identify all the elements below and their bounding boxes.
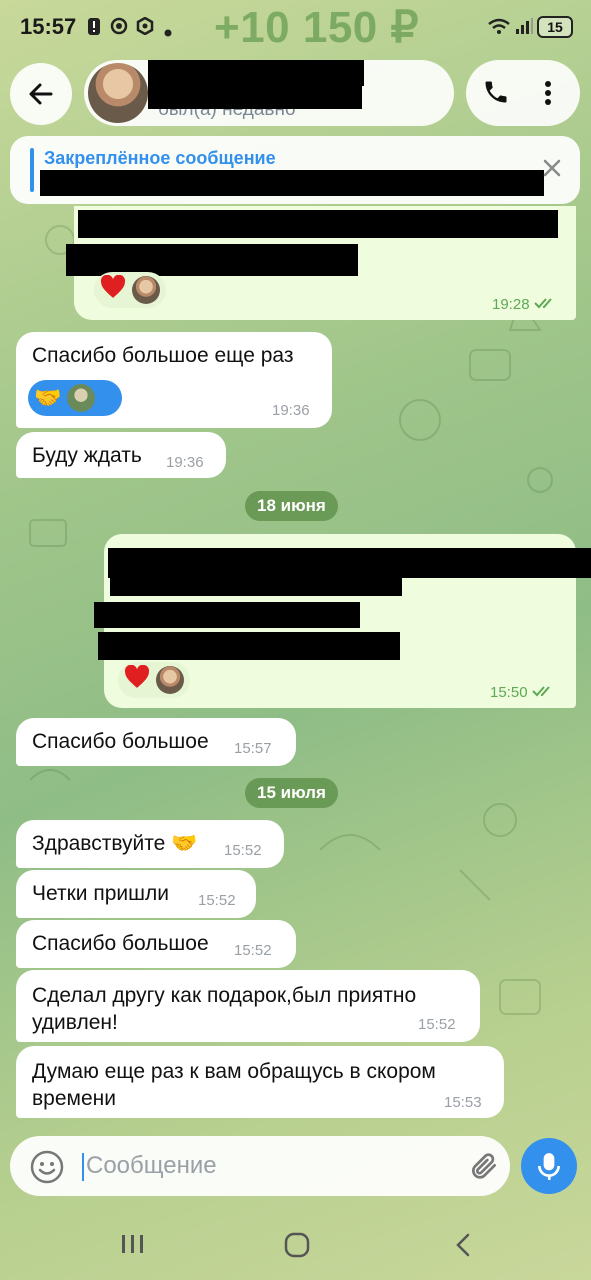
back-nav-icon[interactable] — [454, 1232, 472, 1263]
message-time: 19:36 — [166, 454, 204, 471]
outgoing-message[interactable]: 15:50 — [94, 534, 591, 708]
heart-icon — [100, 274, 126, 305]
message-time: 15:57 — [234, 740, 272, 757]
close-icon[interactable] — [542, 158, 562, 183]
status-time: 15:57 — [20, 14, 77, 39]
reaction-chip[interactable] — [118, 662, 190, 698]
system-nav-bar — [0, 1210, 591, 1280]
reactor-avatar — [132, 276, 160, 304]
message-text: Спасибо большое еще раз — [32, 344, 294, 367]
reactor-avatar — [156, 666, 184, 694]
message-time: 15:52 — [418, 1016, 456, 1033]
dot-icon — [164, 24, 180, 42]
redacted-pinned-text — [40, 170, 544, 196]
wifi-icon — [487, 17, 511, 35]
heart-icon — [124, 664, 150, 695]
phone-icon[interactable] — [482, 78, 510, 111]
text-caret — [82, 1153, 84, 1181]
signal-icon — [514, 17, 534, 35]
message-time: 15:50 — [490, 684, 556, 701]
pinned-indicator — [30, 148, 34, 192]
message-text: Буду ждать — [32, 444, 142, 467]
paperclip-icon[interactable] — [468, 1150, 500, 1187]
message-text: Четки пришли — [32, 882, 169, 905]
message-text: Спасибо большое — [32, 730, 209, 753]
message-time: 19:36 — [272, 402, 310, 419]
incoming-message[interactable]: Думаю еще раз к вам обращусь в скором вр… — [16, 1046, 504, 1118]
hexagon-icon — [136, 16, 154, 36]
redacted-contact-name — [148, 60, 364, 86]
chrome-icon — [110, 17, 128, 35]
reaction-chip[interactable]: 🤝 — [28, 380, 122, 416]
double-check-icon — [533, 296, 558, 313]
message-time: 15:52 — [198, 892, 236, 909]
handshake-icon: 🤝 — [34, 385, 62, 410]
incoming-message[interactable]: Спасибо большое 15:57 — [16, 718, 296, 766]
header-actions — [466, 60, 580, 126]
home-icon[interactable] — [284, 1232, 310, 1263]
redacted-text — [98, 632, 400, 660]
microphone-icon — [538, 1153, 560, 1180]
reaction-chip[interactable] — [94, 272, 166, 308]
message-composer[interactable]: Сообщение — [10, 1136, 510, 1196]
incoming-message[interactable]: Здравствуйте 🤝 15:52 — [16, 820, 284, 868]
message-time: 15:52 — [234, 942, 272, 959]
microphone-button[interactable] — [521, 1138, 577, 1194]
message-input[interactable]: Сообщение — [86, 1152, 217, 1180]
avatar[interactable] — [88, 63, 148, 123]
double-check-icon — [531, 684, 556, 701]
message-text: Думаю еще раз к вам обращусь в скором вр… — [32, 1060, 436, 1110]
incoming-message[interactable]: Сделал другу как подарок,был приятно уди… — [16, 970, 480, 1042]
balance-overlay: +10 150 ₽ — [214, 3, 419, 52]
recent-apps-icon[interactable] — [120, 1232, 146, 1261]
redacted-text — [78, 210, 558, 238]
redacted-text — [110, 574, 402, 596]
chat-title-bar[interactable]: был(а) недавно — [84, 60, 454, 126]
back-button[interactable] — [10, 63, 72, 125]
incoming-message[interactable]: Четки пришли 15:52 — [16, 870, 256, 918]
redacted-text — [94, 602, 360, 628]
date-separator: 15 июля — [245, 778, 338, 808]
message-time: 19:28 — [492, 296, 558, 313]
message-time: 15:52 — [224, 842, 262, 859]
message-text: Спасибо большое — [32, 932, 209, 955]
outgoing-message[interactable]: 19:28 — [66, 206, 576, 320]
message-text: Сделал другу как подарок,был приятно уди… — [32, 984, 417, 1034]
pinned-message-bar[interactable]: Закреплённое сообщение — [10, 136, 580, 204]
message-text: Здравствуйте 🤝 — [32, 832, 198, 855]
date-separator: 18 июня — [245, 491, 338, 521]
more-menu-icon[interactable] — [544, 80, 552, 111]
incoming-message[interactable]: Буду ждать 19:36 — [16, 432, 226, 478]
reactor-avatar — [67, 384, 96, 412]
incoming-message[interactable]: Спасибо большое 15:52 — [16, 920, 296, 968]
emoji-icon[interactable] — [30, 1150, 64, 1189]
incoming-message[interactable]: Спасибо большое еще раз 🤝 19:36 — [16, 332, 332, 428]
alert-icon — [86, 17, 102, 35]
message-time: 15:53 — [444, 1094, 482, 1111]
back-arrow-icon — [29, 83, 53, 105]
redacted-contact-name — [148, 84, 362, 109]
status-bar: 15:57 +10 150 ₽ 15 — [0, 0, 591, 56]
battery-indicator: 15 — [537, 16, 573, 38]
pinned-title: Закреплённое сообщение — [44, 148, 276, 168]
